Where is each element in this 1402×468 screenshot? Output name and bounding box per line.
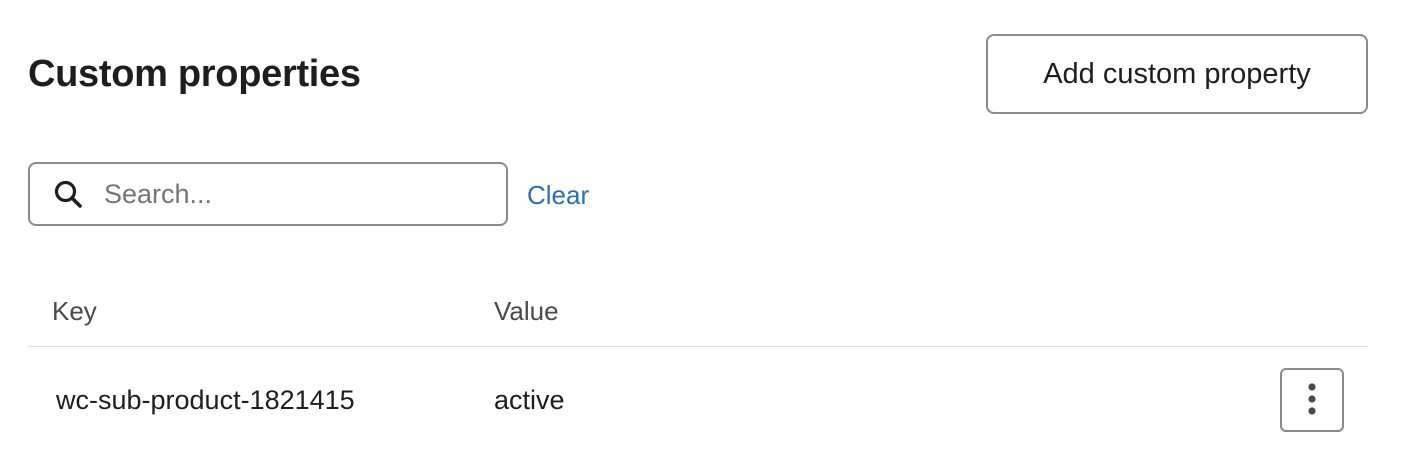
clear-link[interactable]: Clear [527, 178, 589, 212]
add-custom-property-button[interactable]: Add custom property [986, 34, 1368, 114]
column-header-value: Value [494, 296, 559, 326]
search-input[interactable] [104, 174, 464, 214]
property-value: active [494, 385, 565, 415]
page-title: Custom properties [28, 53, 361, 95]
search-field[interactable] [28, 162, 508, 226]
table-row: wc-sub-product-1821415 active [28, 347, 1368, 455]
kebab-menu-icon [1307, 382, 1317, 419]
column-header-key: Key [52, 296, 97, 326]
table-header: Key Value [28, 280, 1368, 347]
property-key: wc-sub-product-1821415 [56, 385, 355, 415]
search-icon [52, 178, 84, 210]
row-actions-button[interactable] [1280, 368, 1344, 432]
custom-properties-table: Key Value wc-sub-product-1821415 active [28, 280, 1368, 455]
